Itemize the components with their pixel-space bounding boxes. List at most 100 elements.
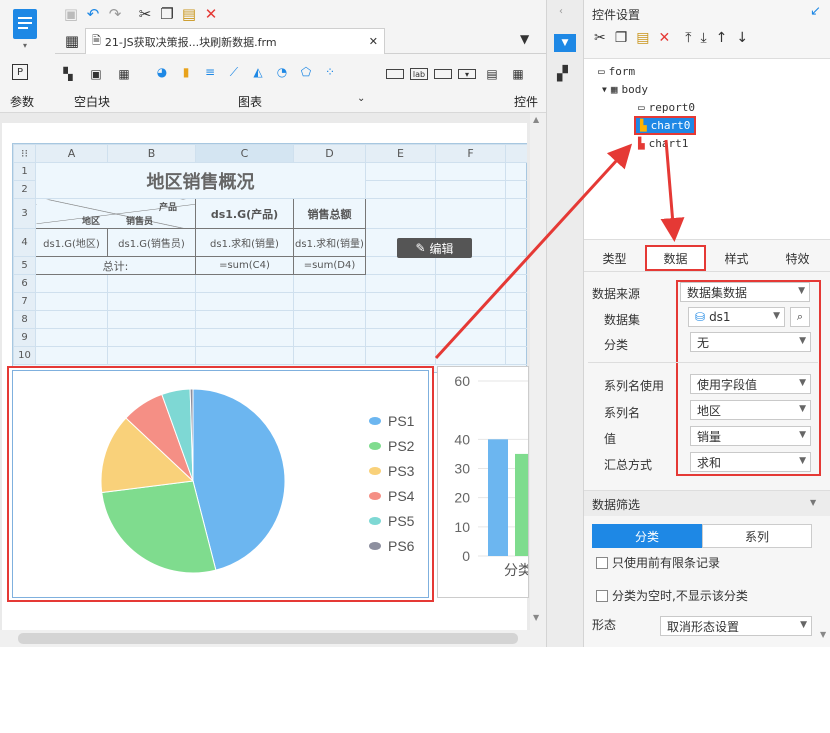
bar-chart-icon[interactable]: ▮ <box>176 62 196 82</box>
tab-document[interactable]: 🗎 21-JS获取决策报...块刷新数据.frm ✕ <box>85 28 385 54</box>
row-header[interactable]: 1 <box>13 162 36 181</box>
filter-seg-category[interactable]: 分类 <box>592 524 702 548</box>
delete-icon[interactable]: ✕ <box>200 3 222 25</box>
grid-icon[interactable]: ▦ <box>61 30 83 52</box>
cell-c5[interactable]: =sum(C4) <box>195 256 294 275</box>
cell-c3[interactable]: ds1.G(产品) <box>195 198 294 229</box>
series-name-select[interactable]: 地区 ▼ <box>690 400 811 420</box>
absolute-layout-icon[interactable]: ▣ <box>86 64 106 84</box>
scroll-down-icon[interactable]: ▼ <box>820 630 826 639</box>
row-header[interactable]: 3 <box>13 198 36 229</box>
aggregation-select[interactable]: 求和 ▼ <box>690 452 811 472</box>
legend-label-PS3[interactable]: PS3 <box>388 463 415 479</box>
cell-a4[interactable]: ds1.G(地区) <box>35 228 108 257</box>
tab-layout-icon[interactable]: ▦ <box>114 64 134 84</box>
close-icon[interactable]: ✕ <box>369 35 378 48</box>
horizontal-scrollbar[interactable] <box>0 630 546 647</box>
filter-seg-series[interactable]: 系列 <box>702 524 812 548</box>
column-header[interactable]: E <box>365 144 436 163</box>
checkbox[interactable] <box>596 556 608 569</box>
column-header[interactable]: A <box>35 144 108 163</box>
source-select[interactable]: 数据集数据 ▼ <box>680 282 810 302</box>
cell-d4[interactable]: ds1.求和(销量) <box>293 228 366 257</box>
textbox-widget-icon[interactable] <box>434 69 452 79</box>
radar-chart-icon[interactable]: ⬠ <box>296 62 316 82</box>
tab-type[interactable]: 类型 <box>584 245 645 271</box>
pie-chart-icon[interactable]: ◕ <box>152 62 172 82</box>
label-widget-icon[interactable]: lab <box>410 68 428 80</box>
tree-node-chart1[interactable]: ▙ chart1 <box>638 137 688 150</box>
column-header[interactable]: D <box>293 144 366 163</box>
check-top-records[interactable]: 只使用前有限条记录 <box>596 554 720 571</box>
column-chart-icon[interactable]: ≡ <box>200 62 220 82</box>
row-header[interactable]: 5 <box>13 256 36 275</box>
cut-icon[interactable]: ✂ <box>134 3 156 25</box>
tree-node-form[interactable]: ▭ form <box>598 65 635 78</box>
save-icon[interactable]: ▣ <box>60 3 82 25</box>
shape-select[interactable]: 取消形态设置 ▼ <box>660 616 812 636</box>
report-title[interactable]: 地区销售概况 <box>35 162 366 199</box>
dropdown-widget-icon[interactable]: ▾ <box>458 69 476 79</box>
tab-list-icon[interactable]: ▼ <box>520 32 529 46</box>
redo-icon[interactable]: ↷ <box>104 3 126 25</box>
cell-d3[interactable]: 销售总额 <box>293 198 366 229</box>
tab-effects[interactable]: 特效 <box>767 245 828 271</box>
cut-icon[interactable]: ✂ <box>594 30 606 46</box>
chart1-block[interactable]: 0 10 20 30 40 60 分类 <box>437 366 529 598</box>
column-header[interactable]: B <box>107 144 196 163</box>
delete-icon[interactable]: ✕ <box>659 30 671 46</box>
scatter-chart-icon[interactable]: ⁘ <box>320 62 340 82</box>
gauge-chart-icon[interactable]: ◔ <box>272 62 292 82</box>
chevron-down-icon[interactable]: ⌄ <box>357 93 365 104</box>
cell-d5[interactable]: =sum(D4) <box>293 256 366 275</box>
copy-icon[interactable]: ❐ <box>156 3 178 25</box>
legend-label-PS5[interactable]: PS5 <box>388 513 415 529</box>
line-chart-icon[interactable]: ⟋ <box>224 62 244 82</box>
cell-c4[interactable]: ds1.求和(销量) <box>195 228 294 257</box>
column-header[interactable]: F <box>435 144 506 163</box>
app-menu-button[interactable]: ▾ <box>0 0 50 56</box>
series-name-use-select[interactable]: 使用字段值 ▼ <box>690 374 811 394</box>
expand-icon[interactable]: ▼ <box>602 85 607 94</box>
row-header[interactable]: 2 <box>13 180 36 199</box>
vertical-scrollbar[interactable]: ▲ ▼ <box>530 113 546 630</box>
diagonal-header-cell[interactable]: 产品 销售员 地区 <box>35 198 196 229</box>
scroll-down-icon[interactable]: ▼ <box>533 613 539 622</box>
scroll-up-icon[interactable]: ▲ <box>533 115 539 124</box>
move-up-icon[interactable]: ↑ <box>716 30 728 46</box>
report-block-icon[interactable]: ▚ <box>58 64 78 84</box>
bar[interactable] <box>488 439 508 556</box>
move-bottom-icon[interactable]: ⤓ <box>700 30 706 46</box>
paste-icon[interactable]: ▤ <box>178 3 200 25</box>
component-tree-icon[interactable]: ▞ <box>557 66 568 82</box>
edit-button[interactable]: ✎ 编辑 <box>397 238 472 258</box>
row-header[interactable]: 7 <box>13 292 36 311</box>
legend-label-PS6[interactable]: PS6 <box>388 538 415 554</box>
row-header[interactable]: 4 <box>13 228 36 257</box>
report0-block[interactable]: ⁝⁝ A B C D E F 1 地区销售概况 2 3 产品 销售员 地区 ds… <box>12 143 527 373</box>
paste-icon[interactable]: ▤ <box>636 30 649 46</box>
cell-b4[interactable]: ds1.G(销售员) <box>107 228 196 257</box>
move-top-icon[interactable]: ⤒ <box>685 30 691 46</box>
search-dataset-icon[interactable]: ⌕ <box>790 307 810 327</box>
button-widget-icon[interactable] <box>386 69 404 79</box>
row-header[interactable]: 8 <box>13 310 36 329</box>
move-down-icon[interactable]: ↓ <box>736 30 748 46</box>
row-header[interactable]: 9 <box>13 328 36 347</box>
row-header[interactable]: 10 <box>13 346 36 365</box>
filter-section-header[interactable]: 数据筛选 ▼ <box>584 490 830 516</box>
chart0-block[interactable]: PS1 PS2 PS3 PS4 PS5 PS6 <box>7 366 434 602</box>
tab-style[interactable]: 样式 <box>706 245 767 271</box>
legend-label-PS1[interactable]: PS1 <box>388 413 415 429</box>
column-header[interactable]: C <box>195 144 294 163</box>
copy-icon[interactable]: ❐ <box>615 30 628 46</box>
pin-icon[interactable]: ↙ <box>810 4 821 19</box>
widget-settings-icon[interactable]: ▼ <box>554 34 576 52</box>
legend-label-PS2[interactable]: PS2 <box>388 438 415 454</box>
row-header[interactable]: 6 <box>13 274 36 293</box>
tab-data[interactable]: 数据 <box>645 245 706 271</box>
legend-label-PS4[interactable]: PS4 <box>388 488 415 504</box>
calendar-widget-icon[interactable]: ▦ <box>508 64 528 84</box>
area-chart-icon[interactable]: ◭ <box>248 62 268 82</box>
bar[interactable] <box>515 453 529 556</box>
